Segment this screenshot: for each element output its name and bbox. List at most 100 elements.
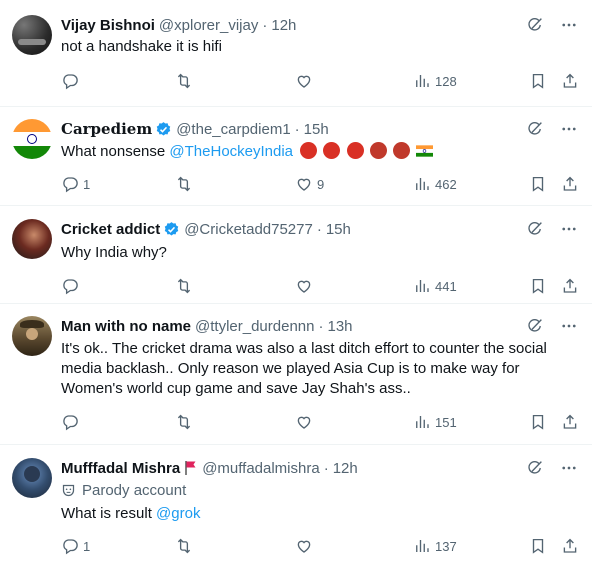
reply-button[interactable]: [61, 72, 83, 90]
author-handle[interactable]: @xplorer_vijay: [159, 17, 258, 34]
like-icon: [295, 277, 313, 295]
bookmark-button[interactable]: [529, 277, 547, 295]
grok-icon[interactable]: [526, 120, 544, 138]
like-button[interactable]: 9: [295, 175, 324, 193]
retweet-button[interactable]: [175, 277, 193, 295]
tweet[interactable]: Vijay Bishnoi @xplorer_vijay · 12h not a…: [0, 0, 592, 107]
reply-icon: [61, 537, 79, 555]
like-button[interactable]: [295, 413, 317, 431]
views-icon: [413, 72, 431, 90]
timestamp[interactable]: 12h: [333, 460, 358, 477]
like-icon: [295, 72, 313, 90]
share-button[interactable]: [561, 175, 579, 193]
like-button[interactable]: [295, 537, 317, 555]
tweet-body: Cricket addict @Cricketadd75277 · 15h Wh…: [61, 219, 580, 303]
more-icon[interactable]: [560, 220, 578, 238]
more-icon[interactable]: [560, 16, 578, 34]
retweet-button[interactable]: [175, 72, 193, 90]
india-flag-icon: [416, 145, 434, 157]
bookmark-icon: [529, 175, 547, 193]
more-icon[interactable]: [560, 120, 578, 138]
tweet[interactable]: Man with no name @ttyler_durdennn · 13h …: [0, 304, 592, 445]
grok-icon[interactable]: [526, 459, 544, 477]
retweet-icon: [175, 277, 193, 295]
author-name[interactable]: Mufffadal Mishra: [61, 460, 180, 477]
timestamp[interactable]: 12h: [271, 17, 296, 34]
views-button[interactable]: 137: [413, 537, 457, 555]
share-icon: [561, 413, 579, 431]
avatar[interactable]: [12, 15, 52, 55]
views-count: 128: [435, 73, 457, 89]
author-handle[interactable]: @ttyler_durdennn: [195, 318, 314, 335]
angry-face-icon: [346, 142, 364, 159]
bookmark-icon: [529, 277, 547, 295]
views-button[interactable]: 151: [413, 413, 457, 431]
views-button[interactable]: 441: [413, 277, 457, 295]
parody-mask-icon: [62, 484, 75, 496]
reply-button[interactable]: [61, 413, 83, 431]
author-handle[interactable]: @muffadalmishra: [202, 460, 320, 477]
reply-button[interactable]: 1: [61, 175, 90, 193]
author-handle[interactable]: @the_carpdiem1: [176, 121, 290, 138]
share-button[interactable]: [561, 277, 579, 295]
bookmark-button[interactable]: [529, 413, 547, 431]
views-count: 151: [435, 414, 457, 430]
avatar[interactable]: [12, 119, 52, 159]
views-button[interactable]: 128: [413, 72, 457, 90]
author-name[interactable]: Vijay Bishnoi: [61, 17, 155, 34]
more-icon[interactable]: [560, 317, 578, 335]
retweet-button[interactable]: [175, 537, 193, 555]
tweet-text-prefix: What is result: [61, 505, 157, 522]
verified-badge-icon[interactable]: [163, 221, 180, 238]
bookmark-button[interactable]: [529, 175, 547, 193]
avatar[interactable]: [12, 316, 52, 356]
red-flag-icon: [185, 461, 196, 475]
views-icon: [413, 537, 431, 555]
avatar[interactable]: [12, 219, 52, 259]
tweet-actions: 1 137: [61, 536, 580, 556]
bookmark-button[interactable]: [529, 72, 547, 90]
parody-text: Parody account: [82, 481, 187, 499]
share-button[interactable]: [561, 72, 579, 90]
share-button[interactable]: [561, 537, 579, 555]
like-button[interactable]: [295, 277, 317, 295]
bookmark-button[interactable]: [529, 537, 547, 555]
share-button[interactable]: [561, 413, 579, 431]
grok-icon[interactable]: [526, 317, 544, 335]
tweet-body: Mufffadal Mishra @muffadalmishra · 12h P…: [61, 458, 580, 565]
reply-count: 1: [83, 538, 91, 554]
timestamp[interactable]: 13h: [327, 318, 352, 335]
timestamp[interactable]: 15h: [326, 221, 351, 238]
angry-face-icon: [300, 142, 318, 159]
retweet-button[interactable]: [175, 175, 193, 193]
verified-badge-icon[interactable]: [155, 121, 172, 138]
retweet-button[interactable]: [175, 413, 193, 431]
author-name[interactable]: Carpediem: [61, 120, 152, 138]
views-button[interactable]: 462: [413, 175, 457, 193]
tweet[interactable]: Carpediem @the_carpdiem1 · 15h What nons…: [0, 107, 592, 206]
like-button[interactable]: [295, 72, 317, 90]
more-icon[interactable]: [560, 459, 578, 477]
header-actions: [526, 317, 578, 335]
grok-icon[interactable]: [526, 16, 544, 34]
tweet[interactable]: Cricket addict @Cricketadd75277 · 15h Wh…: [0, 206, 592, 304]
timestamp[interactable]: 15h: [304, 121, 329, 138]
mention-link[interactable]: @TheHockeyIndia: [169, 143, 293, 160]
views-count: 462: [435, 176, 457, 192]
avatar[interactable]: [12, 458, 52, 498]
like-icon: [295, 413, 313, 431]
like-count: 9: [317, 176, 325, 192]
reply-button[interactable]: [61, 277, 83, 295]
grok-icon[interactable]: [526, 220, 544, 238]
separator-dot: ·: [294, 120, 300, 138]
author-name[interactable]: Man with no name: [61, 318, 191, 335]
tweet[interactable]: Mufffadal Mishra @muffadalmishra · 12h P…: [0, 445, 592, 565]
author-name[interactable]: Cricket addict: [61, 221, 160, 238]
separator-dot: ·: [318, 317, 324, 335]
header-actions: [526, 459, 578, 477]
mention-link[interactable]: @grok: [156, 505, 200, 522]
reply-button[interactable]: 1: [61, 537, 90, 555]
author-handle[interactable]: @Cricketadd75277: [184, 221, 313, 238]
views-icon: [413, 277, 431, 295]
tweet-text: What is result @grok: [61, 504, 580, 524]
